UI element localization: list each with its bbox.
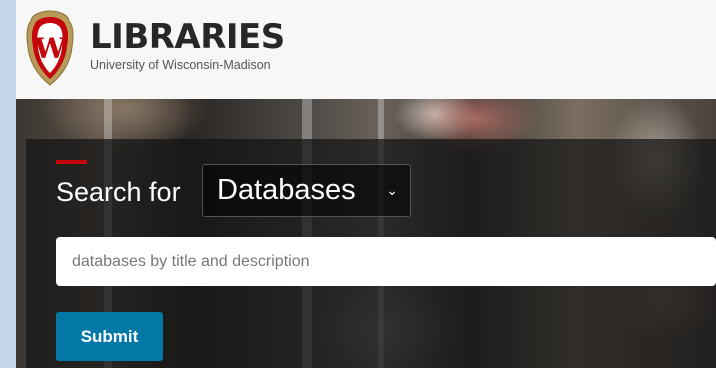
masthead: W LIBRARIES University of Wisconsin-Madi… xyxy=(16,0,716,99)
page: W LIBRARIES University of Wisconsin-Madi… xyxy=(16,0,716,368)
submit-button[interactable]: Submit xyxy=(56,312,163,361)
search-input[interactable] xyxy=(56,237,716,286)
accent-bar xyxy=(56,160,87,164)
crest-letter: W xyxy=(33,32,66,65)
chevron-down-icon: ⌄ xyxy=(386,182,398,198)
uw-crest-icon: W xyxy=(26,10,74,86)
libraries-title: LIBRARIES xyxy=(90,17,285,57)
search-type-value: Databases xyxy=(217,174,356,206)
search-type-select[interactable]: Databases ⌄ xyxy=(202,164,411,217)
university-subtitle: University of Wisconsin-Madison xyxy=(90,58,271,72)
libraries-home-link[interactable]: W LIBRARIES University of Wisconsin-Madi… xyxy=(16,0,336,99)
search-for-label: Search for xyxy=(56,177,181,207)
